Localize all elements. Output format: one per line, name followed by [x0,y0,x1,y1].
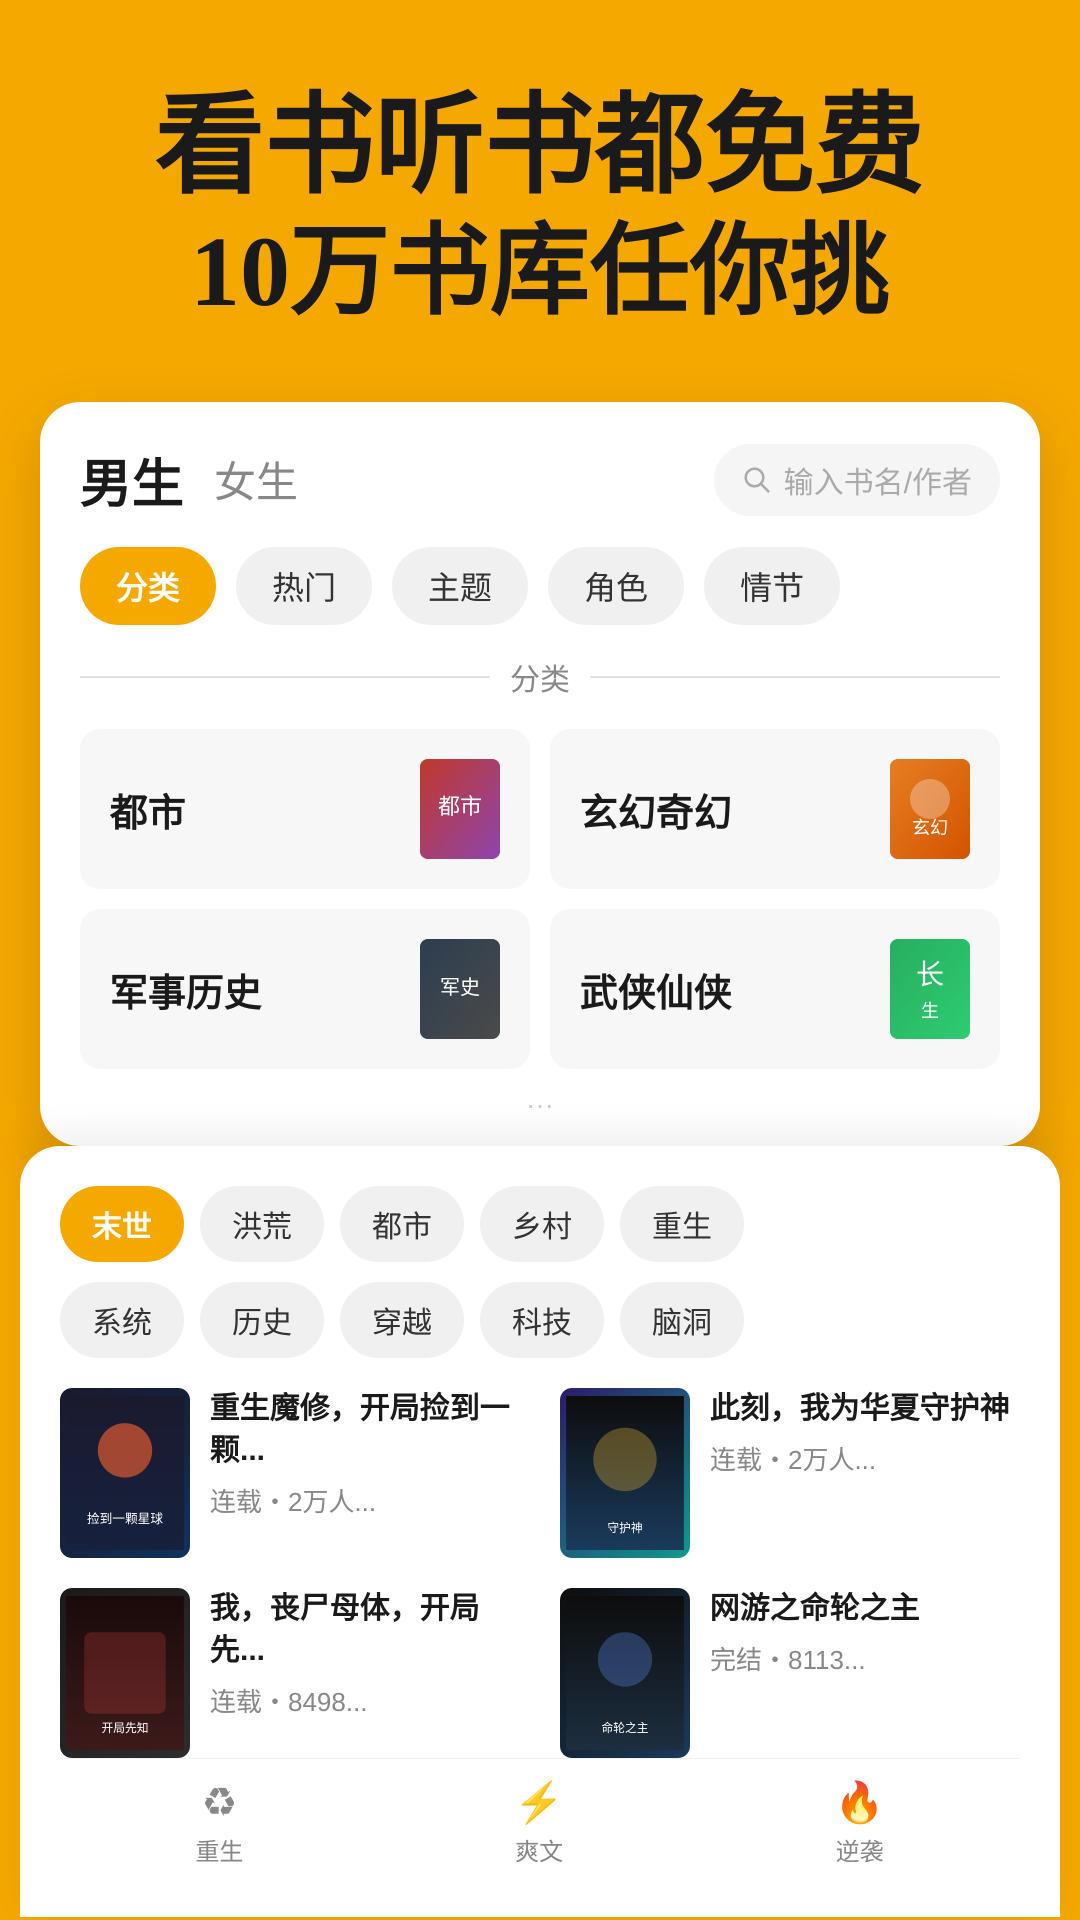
nav-item-chongsheng[interactable]: ♻ 重生 [195,1780,243,1867]
svg-text:开局先知: 开局先知 [101,1721,148,1735]
nav-item-nixia[interactable]: 🔥 逆袭 [835,1779,885,1867]
book-info-1: 此刻，我为华夏守护神 连载・2万人... [710,1388,1020,1477]
book-cover-2: 开局先知 [60,1588,190,1758]
hero-title-line2: 10万书库任你挑 [60,212,1020,332]
book-item-3[interactable]: 命轮之主 网游之命轮之主 完结・8113... [560,1588,1020,1758]
book-item-1[interactable]: 守护神 此刻，我为华夏守护神 连载・2万人... [560,1388,1020,1558]
book-meta-2: 连载・8498... [210,1682,520,1719]
genre-tag-1-0[interactable]: 系统 [60,1282,184,1358]
genre-tag-1-4[interactable]: 脑洞 [620,1282,744,1358]
filter-row: 分类 热门 主题 角色 情节 [80,547,1000,625]
main-card: 男生 女生 输入书名/作者 分类 热门 主题 角色 情节 分类 都市 [40,402,1040,1146]
search-placeholder: 输入书名/作者 [784,458,972,502]
nav-label-2: 逆袭 [836,1832,884,1867]
genre-tags-row2: 系统 历史 穿越 科技 脑洞 [60,1282,1020,1358]
search-icon [742,465,772,495]
nixia-icon: 🔥 [835,1779,885,1826]
bottom-card: 末世 洪荒 都市 乡村 重生 系统 历史 穿越 科技 脑洞 捡到一颗星球 [20,1146,1060,1917]
book-cover-1: 守护神 [560,1388,690,1558]
book-info-0: 重生魔修，开局捡到一颗... 连载・2万人... [210,1388,520,1519]
book-info-2: 我，丧尸母体，开局先... 连载・8498... [210,1588,520,1719]
book-title-0: 重生魔修，开局捡到一颗... [210,1388,520,1472]
svg-text:都市: 都市 [438,794,482,819]
category-item-xuanhuan[interactable]: 玄幻奇幻 玄幻 [550,729,1000,889]
svg-text:长: 长 [916,959,944,991]
tab-male[interactable]: 男生 [80,442,184,517]
book-meta-1: 连载・2万人... [710,1440,1020,1477]
hero-section: 看书听书都免费 10万书库任你挑 [0,0,1080,372]
svg-text:捡到一颗星球: 捡到一颗星球 [87,1511,163,1526]
category-name-2: 军事历史 [110,962,262,1017]
svg-text:玄幻: 玄幻 [912,818,948,838]
category-name-3: 武侠仙侠 [580,962,732,1017]
nav-item-shuangwen[interactable]: ⚡ 爽文 [514,1779,564,1867]
fade-hint: ··· [80,1079,1000,1126]
svg-text:命轮之主: 命轮之主 [601,1721,648,1735]
section-divider: 分类 [80,655,1000,699]
book-title-3: 网游之命轮之主 [710,1588,1020,1630]
svg-text:守护神: 守护神 [607,1521,642,1535]
svg-text:军史: 军史 [440,976,480,999]
category-item-junshi[interactable]: 军事历史 军史 [80,909,530,1069]
category-name-0: 都市 [110,782,186,837]
nav-label-1: 爽文 [515,1832,563,1867]
category-item-wuxia[interactable]: 武侠仙侠 长 生 [550,909,1000,1069]
category-grid: 都市 都市 玄幻奇幻 [80,729,1000,1069]
category-cover-0: 都市 [420,759,500,859]
genre-tags-row1: 末世 洪荒 都市 乡村 重生 [60,1186,1020,1262]
tab-female[interactable]: 女生 [214,449,298,510]
genre-tag-0-0[interactable]: 末世 [60,1186,184,1262]
genre-tag-1-1[interactable]: 历史 [200,1282,324,1358]
category-item-dushi[interactable]: 都市 都市 [80,729,530,889]
nav-label-0: 重生 [195,1832,243,1867]
book-list: 捡到一颗星球 重生魔修，开局捡到一颗... 连载・2万人... 守护神 [60,1388,1020,1758]
book-cover-0: 捡到一颗星球 [60,1388,190,1558]
section-label: 分类 [510,655,570,699]
book-item-0[interactable]: 捡到一颗星球 重生魔修，开局捡到一颗... 连载・2万人... [60,1388,520,1558]
category-name-1: 玄幻奇幻 [580,782,732,837]
hero-title-line1: 看书听书都免费 [60,80,1020,212]
book-cover-3: 命轮之主 [560,1588,690,1758]
filter-tag-0[interactable]: 分类 [80,547,216,625]
filter-tag-3[interactable]: 角色 [548,547,684,625]
book-meta-3: 完结・8113... [710,1640,1020,1677]
book-item-2[interactable]: 开局先知 我，丧尸母体，开局先... 连载・8498... [60,1588,520,1758]
chongsheng-icon: ♻ [201,1780,237,1826]
genre-tag-0-4[interactable]: 重生 [620,1186,744,1262]
book-meta-0: 连载・2万人... [210,1482,520,1519]
genre-tag-1-3[interactable]: 科技 [480,1282,604,1358]
tab-row: 男生 女生 输入书名/作者 [80,442,1000,517]
filter-tag-2[interactable]: 主题 [392,547,528,625]
bottom-nav: ♻ 重生 ⚡ 爽文 🔥 逆袭 [60,1758,1020,1897]
genre-tag-1-2[interactable]: 穿越 [340,1282,464,1358]
filter-tag-1[interactable]: 热门 [236,547,372,625]
category-cover-3: 长 生 [890,939,970,1039]
category-cover-2: 军史 [420,939,500,1039]
book-title-1: 此刻，我为华夏守护神 [710,1388,1020,1430]
search-box[interactable]: 输入书名/作者 [714,444,1000,516]
genre-tag-0-3[interactable]: 乡村 [480,1186,604,1262]
category-cover-1: 玄幻 [890,759,970,859]
book-title-2: 我，丧尸母体，开局先... [210,1588,520,1672]
shuangwen-icon: ⚡ [514,1779,564,1826]
filter-tag-4[interactable]: 情节 [704,547,840,625]
genre-tag-0-2[interactable]: 都市 [340,1186,464,1262]
genre-tag-0-1[interactable]: 洪荒 [200,1186,324,1262]
book-info-3: 网游之命轮之主 完结・8113... [710,1588,1020,1677]
svg-text:生: 生 [921,1001,939,1021]
